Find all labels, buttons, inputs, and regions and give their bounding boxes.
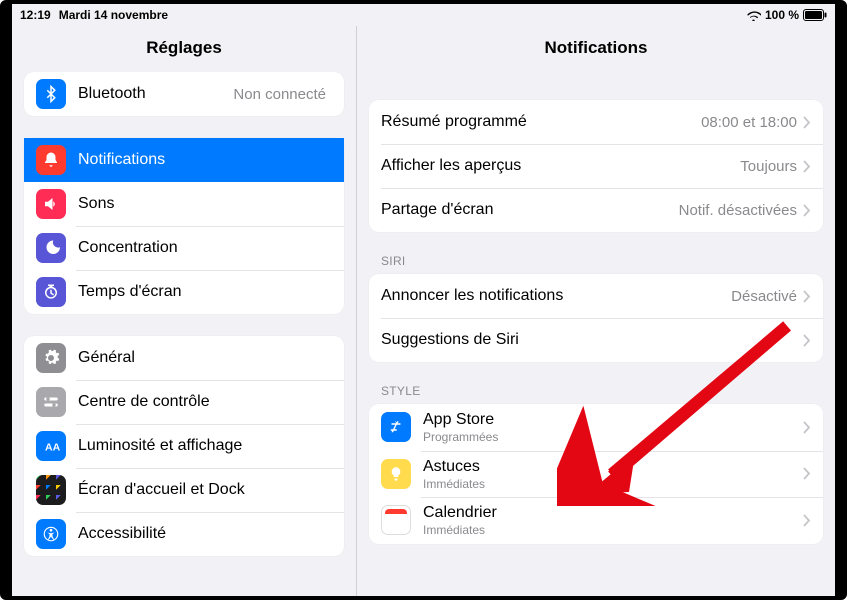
row-label: Suggestions de Siri	[381, 330, 803, 349]
chevron-right-icon	[803, 514, 811, 527]
sounds-icon	[36, 189, 66, 219]
chevron-right-icon	[803, 334, 811, 347]
section-header-style: STYLE	[369, 384, 823, 404]
row-label: Résumé programmé	[381, 112, 701, 131]
row-app-tips[interactable]: Astuces Immédiates	[369, 451, 823, 498]
row-label: Général	[78, 348, 332, 367]
sidebar-item-accessibility[interactable]: Accessibilité	[24, 512, 344, 556]
row-show-previews[interactable]: Afficher les aperçus Toujours	[369, 144, 823, 188]
row-scheduled-summary[interactable]: Résumé programmé 08:00 et 18:00	[369, 100, 823, 144]
focus-icon	[36, 233, 66, 263]
sidebar-item-general[interactable]: Général	[24, 336, 344, 380]
chevron-right-icon	[803, 160, 811, 173]
row-value: 08:00 et 18:00	[701, 114, 797, 131]
detail-scroll[interactable]: Résumé programmé 08:00 et 18:00 Afficher…	[357, 72, 835, 596]
tips-icon	[381, 459, 411, 489]
screentime-icon	[36, 277, 66, 307]
device-frame: 12:19 Mardi 14 novembre 100 % Réglages	[0, 0, 847, 600]
chevron-right-icon	[803, 116, 811, 129]
accessibility-icon	[36, 519, 66, 549]
row-screen-sharing[interactable]: Partage d'écran Notif. désactivées	[369, 188, 823, 232]
sidebar-item-bluetooth[interactable]: Bluetooth Non connecté	[24, 72, 344, 116]
svg-text:AA: AA	[45, 442, 60, 454]
row-sublabel: Immédiates	[423, 477, 803, 491]
row-label: Astuces	[423, 457, 803, 476]
section-header-siri: SIRI	[369, 254, 823, 274]
row-value: Notif. désactivées	[679, 202, 797, 219]
sidebar-item-sounds[interactable]: Sons	[24, 182, 344, 226]
row-label: App Store	[423, 410, 803, 429]
homescreen-icon	[36, 475, 66, 505]
status-battery-text: 100 %	[765, 8, 799, 22]
detail-pane: Notifications Résumé programmé 08:00 et …	[357, 26, 835, 596]
row-label: Bluetooth	[78, 84, 233, 103]
detail-title: Notifications	[357, 26, 835, 72]
calendar-icon	[381, 505, 411, 535]
appstore-icon	[381, 412, 411, 442]
detail-group-siri: Annoncer les notifications Désactivé Sug…	[369, 274, 823, 362]
row-label: Sons	[78, 194, 332, 213]
row-announce-notifications[interactable]: Annoncer les notifications Désactivé	[369, 274, 823, 318]
row-value: Non connecté	[233, 86, 326, 103]
gear-icon	[36, 343, 66, 373]
row-label: Annoncer les notifications	[381, 286, 731, 305]
status-time: 12:19	[20, 8, 51, 22]
row-label: Afficher les aperçus	[381, 156, 740, 175]
sidebar-scroll[interactable]: Bluetooth Non connecté Notifications	[12, 72, 356, 596]
sidebar-item-display[interactable]: AA Luminosité et affichage	[24, 424, 344, 468]
chevron-right-icon	[803, 421, 811, 434]
wifi-icon	[746, 10, 761, 21]
detail-group-main: Résumé programmé 08:00 et 18:00 Afficher…	[369, 100, 823, 232]
row-value: Désactivé	[731, 288, 797, 305]
sidebar-item-screentime[interactable]: Temps d'écran	[24, 270, 344, 314]
row-label: Temps d'écran	[78, 282, 332, 301]
sidebar-item-notifications[interactable]: Notifications	[24, 138, 344, 182]
row-value: Toujours	[740, 158, 797, 175]
row-label: Partage d'écran	[381, 200, 679, 219]
sidebar-item-controlcenter[interactable]: Centre de contrôle	[24, 380, 344, 424]
settings-sidebar: Réglages Bluetooth Non connecté	[12, 26, 357, 596]
status-bar: 12:19 Mardi 14 novembre 100 %	[12, 4, 835, 26]
chevron-right-icon	[803, 290, 811, 303]
status-date: Mardi 14 novembre	[59, 8, 168, 22]
row-label: Centre de contrôle	[78, 392, 332, 411]
sidebar-item-focus[interactable]: Concentration	[24, 226, 344, 270]
row-label: Calendrier	[423, 503, 803, 522]
sidebar-group-connectivity: Bluetooth Non connecté	[24, 72, 344, 116]
row-sublabel: Immédiates	[423, 523, 803, 537]
row-label: Notifications	[78, 150, 332, 169]
row-label: Concentration	[78, 238, 332, 257]
detail-group-style: App Store Programmées Astuces Immédiates	[369, 404, 823, 544]
row-label: Écran d'accueil et Dock	[78, 480, 332, 499]
sidebar-group-notifications: Notifications Sons Concentration	[24, 138, 344, 314]
row-label: Luminosité et affichage	[78, 436, 332, 455]
row-siri-suggestions[interactable]: Suggestions de Siri	[369, 318, 823, 362]
chevron-right-icon	[803, 204, 811, 217]
sidebar-title: Réglages	[12, 26, 356, 72]
row-app-appstore[interactable]: App Store Programmées	[369, 404, 823, 451]
sidebar-group-general: Général Centre de contrôle AA Luminosité…	[24, 336, 344, 556]
notifications-icon	[36, 145, 66, 175]
chevron-right-icon	[803, 467, 811, 480]
display-icon: AA	[36, 431, 66, 461]
row-label: Accessibilité	[78, 524, 332, 543]
sidebar-item-homescreen[interactable]: Écran d'accueil et Dock	[24, 468, 344, 512]
battery-icon	[803, 9, 827, 21]
bluetooth-icon	[36, 79, 66, 109]
row-sublabel: Programmées	[423, 430, 803, 444]
row-app-calendar[interactable]: Calendrier Immédiates	[369, 497, 823, 544]
controlcenter-icon	[36, 387, 66, 417]
